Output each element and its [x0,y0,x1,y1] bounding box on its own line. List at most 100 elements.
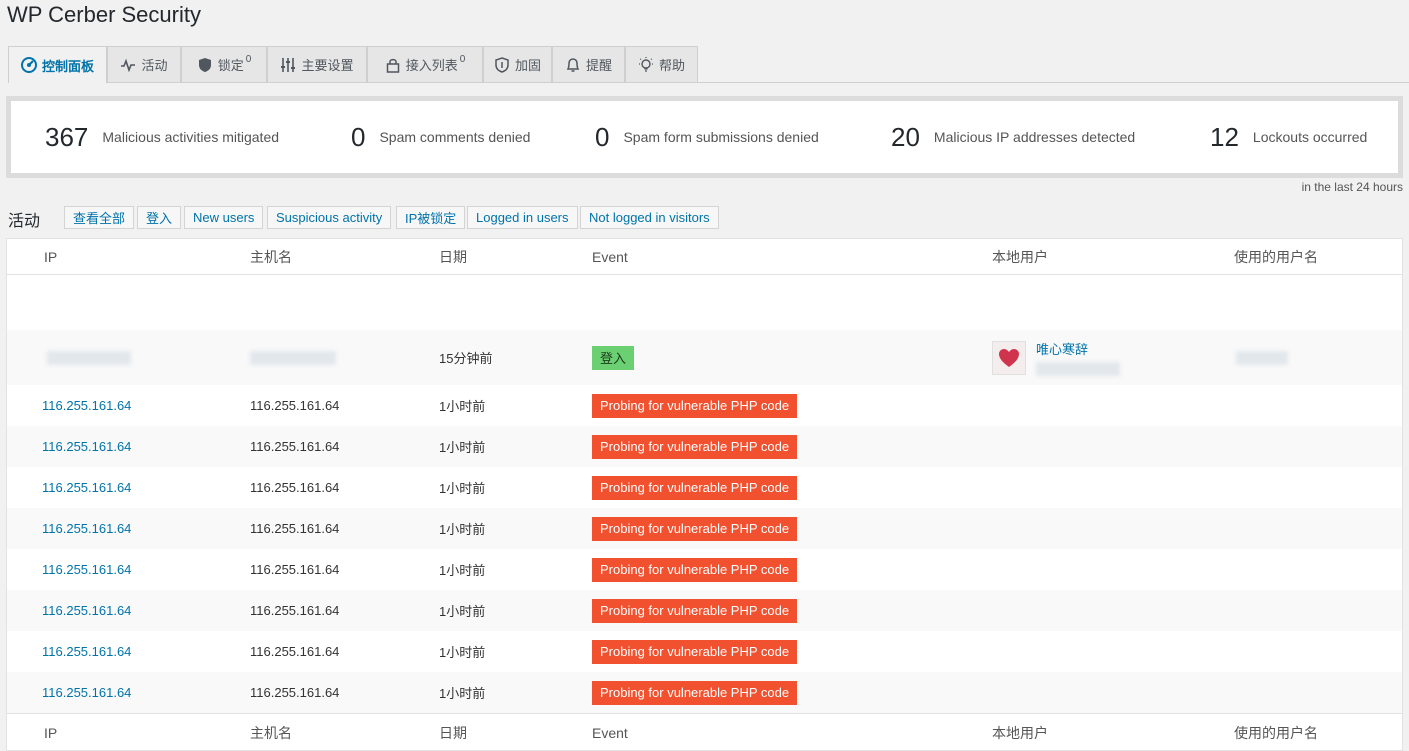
filter-login[interactable]: 登入 [137,206,182,229]
event-badge: Probing for vulnerable PHP code [592,598,798,623]
col-hostname: 主机名 [250,724,292,741]
row-date: 1小时前 [439,481,486,496]
tab-access-lists[interactable]: 接入列表 0 [367,46,483,82]
row-hostname: 116.255.161.64 [250,480,340,495]
event-badge: Probing for vulnerable PHP code [592,639,798,664]
activity-heading: 活动 [8,213,41,230]
event-login-badge: 登入 [592,345,635,370]
col-event: Event [592,724,628,741]
filter-logged-in-users[interactable]: Logged in users [467,206,578,229]
user-email-blurred [1036,362,1120,376]
row-hostname: 116.255.161.64 [250,398,340,413]
stat-value: 20 [891,121,920,152]
activity-table: IP 主机名 日期 Event 本地用户 使用的用户名 15分钟前 登入 唯心寒… [6,238,1403,751]
event-badge: Probing for vulnerable PHP code [592,434,798,459]
local-user: 唯心寒辞 [992,330,1120,385]
tab-label: 接入列表 [405,58,458,73]
lightbulb-icon [638,56,654,73]
stat-malicious-ips: 20 Malicious IP addresses detected [891,101,1135,173]
stat-value: 367 [45,121,89,152]
shield-icon [197,57,213,73]
ip-link[interactable]: 116.255.161.64 [42,439,131,454]
tab-main-settings[interactable]: 主要设置 [267,46,367,82]
table-row: 116.255.161.64 116.255.161.64 1小时前 Probing … [7,508,1402,549]
col-local-user: 本地用户 [992,724,1048,741]
tab-label: 加固 [514,58,541,73]
table-row: 116.255.161.64 116.255.161.64 1小时前 Probing … [7,385,1402,426]
tab-notifications[interactable]: 提醒 [552,46,625,82]
row-date: 1小时前 [439,399,486,414]
table-row: 116.255.161.64 116.255.161.64 1小时前 Probing … [7,590,1402,631]
table-row: 116.255.161.64 116.255.161.64 1小时前 Probing … [7,467,1402,508]
stat-label: Spam comments denied [379,129,531,145]
table-row: 116.255.161.64 116.255.161.64 1小时前 Probing … [7,549,1402,590]
heart-icon [999,348,1019,367]
row-hostname: 116.255.161.64 [250,644,340,659]
table-header: IP 主机名 日期 Event 本地用户 使用的用户名 [7,239,1402,275]
row-hostname: 116.255.161.64 [250,521,340,536]
stat-spam-comments: 0 Spam comments denied [351,101,530,173]
ip-link[interactable]: 116.255.161.64 [42,398,131,413]
tab-label: 控制面板 [41,58,94,74]
ip-link[interactable]: 116.255.161.64 [42,685,131,700]
row-date: 1小时前 [439,440,486,455]
tab-lockouts[interactable]: 锁定 0 [181,46,267,82]
col-date: 日期 [439,724,467,741]
page-title: WP Cerber Security [7,2,201,27]
tab-label: 主要设置 [301,58,354,73]
col-date: 日期 [439,248,467,265]
row-date: 1小时前 [439,563,486,578]
row-hostname: 116.255.161.64 [250,603,340,618]
row-date: 1小时前 [439,522,486,537]
activity-pulse-icon [120,57,136,73]
access-list-count: 0 [459,54,466,65]
stat-lockouts: 12 Lockouts occurred [1210,101,1367,173]
ip-link[interactable]: 116.255.161.64 [42,644,131,659]
tab-hardening[interactable]: 加固 [483,46,552,82]
avatar [992,340,1026,375]
filter-not-logged-in-visitors[interactable]: Not logged in visitors [580,206,719,229]
filter-suspicious-activity[interactable]: Suspicious activity [267,206,392,229]
table-row: 116.255.161.64 116.255.161.64 1小时前 Probing … [7,631,1402,672]
tab-help[interactable]: 帮助 [625,46,698,82]
lock-icon [385,57,401,73]
filter-ip-locked[interactable]: IP被锁定 [396,206,466,229]
tab-label: 锁定 [217,58,244,73]
ip-link[interactable]: 116.255.161.64 [42,480,131,495]
ip-link[interactable]: 116.255.161.64 [42,603,131,618]
nav-tabs: 控制面板 活动 锁定 0 主要设置 接入列表 0 加固 提醒 帮助 [8,46,1409,83]
event-badge: Probing for vulnerable PHP code [592,680,798,705]
filter-new-users[interactable]: New users [184,206,264,229]
lockout-count: 0 [245,54,252,65]
stat-spam-forms: 0 Spam form submissions denied [595,101,819,173]
hostname-blurred [250,330,336,385]
stat-value: 0 [351,121,366,152]
row-date: 1小时前 [439,604,486,619]
ip-blurred [47,330,131,385]
ip-link[interactable]: 116.255.161.64 [42,562,131,577]
user-name-link[interactable]: 唯心寒辞 [1036,339,1120,358]
row-hostname: 116.255.161.64 [250,439,340,454]
row-date: 1小时前 [439,645,486,660]
table-row: 116.255.161.64 116.255.161.64 1小时前 Probing … [7,426,1402,467]
col-hostname: 主机名 [250,248,292,265]
tab-activity[interactable]: 活动 [107,46,181,82]
event-badge: Probing for vulnerable PHP code [592,475,798,500]
stat-label: Malicious IP addresses detected [933,129,1136,145]
stat-label: Spam form submissions denied [623,129,819,145]
col-local-user: 本地用户 [992,248,1048,265]
bell-icon [565,57,581,73]
col-ip: IP [44,248,58,265]
sliders-icon [280,57,296,73]
table-row: 116.255.161.64 116.255.161.64 1小时前 Probing … [7,672,1402,713]
tab-label: 活动 [141,58,168,73]
ip-link[interactable]: 116.255.161.64 [42,521,131,536]
stats-period: in the last 24 hours [1301,180,1403,194]
tab-dashboard[interactable]: 控制面板 [8,46,107,83]
stat-label: Malicious activities mitigated [102,129,280,145]
col-event: Event [592,248,628,265]
stat-value: 12 [1210,121,1239,152]
filter-view-all[interactable]: 查看全部 [64,206,135,229]
tab-label: 帮助 [658,58,685,73]
stat-label: Lockouts occurred [1252,129,1368,145]
